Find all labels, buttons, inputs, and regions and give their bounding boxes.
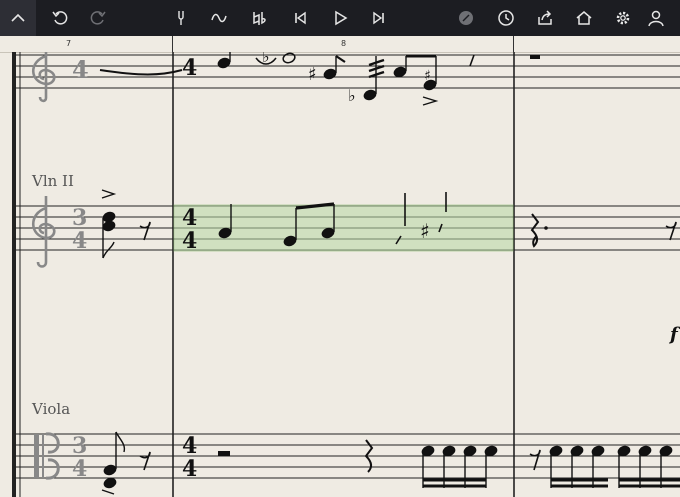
play-icon: [335, 10, 348, 26]
natural-flat-icon: [253, 12, 266, 25]
vln2-m7-notes[interactable]: [101, 189, 151, 259]
slur-icon: [211, 13, 227, 23]
barlines: [172, 52, 515, 497]
svg-text:♯: ♯: [420, 219, 430, 243]
top-staff-notes[interactable]: ♭ ♯ ♭ ♯: [217, 52, 540, 106]
viola-label: Viola: [31, 400, 70, 418]
viola-time-signature: 3 4: [72, 433, 87, 482]
redo-button[interactable]: [80, 0, 116, 36]
svg-text:♭: ♭: [348, 86, 356, 105]
forward-button[interactable]: [361, 0, 397, 36]
viola-m9-notes[interactable]: [529, 445, 680, 488]
top-timesig-numerator: 4: [72, 55, 89, 84]
svg-text:♭: ♭: [262, 52, 270, 66]
vln2-timesig-den: 4: [72, 228, 87, 254]
disc-icon: [459, 11, 473, 25]
vln2-m9-notes[interactable]: [530, 213, 677, 248]
skip-forward-icon: [373, 11, 384, 25]
viola-time-signature-new: 4 4: [182, 433, 197, 482]
vln2-timesig-new-den: 4: [182, 228, 197, 254]
measure-ruler: 7 8: [0, 36, 680, 53]
rewind-button[interactable]: [282, 0, 318, 36]
disc-button[interactable]: [448, 0, 484, 36]
top-treble-clef: [31, 52, 56, 103]
settings-button[interactable]: [605, 0, 641, 36]
collapse-button[interactable]: [0, 0, 36, 36]
top-time-signature: 4: [72, 55, 89, 84]
vln2-time-signature: 3 4: [72, 205, 87, 254]
undo-button[interactable]: [42, 0, 78, 36]
ruler-barline: [513, 36, 514, 52]
account-button[interactable]: [638, 0, 674, 36]
toolbar: [0, 0, 680, 36]
clock-icon: [498, 10, 514, 26]
gear-icon: [616, 11, 630, 25]
metronome-button[interactable]: [163, 0, 199, 36]
ruler-barline: [172, 36, 173, 52]
system-barline: [12, 52, 21, 497]
redo-icon: [90, 11, 106, 25]
undo-icon: [52, 11, 68, 25]
vln2-label: Vln II: [31, 172, 74, 190]
home-icon: [576, 11, 592, 25]
svg-text:♯: ♯: [308, 64, 317, 85]
chevron-up-icon: [11, 13, 25, 22]
share-icon: [538, 10, 552, 25]
viola-m8-notes[interactable]: [218, 439, 498, 488]
viola-timesig-den: 4: [72, 456, 87, 482]
skip-back-icon: [295, 11, 306, 25]
svg-text:♯: ♯: [424, 68, 431, 84]
score-canvas[interactable]: 4 4 ♭ ♯ ♭ ♯ Vln II 3 4 4 4 ♯ f Viola 3 4…: [0, 52, 680, 497]
measure-number-7: 7: [66, 39, 72, 48]
viola-m7-notes[interactable]: [101, 431, 151, 495]
slur-button[interactable]: [201, 0, 237, 36]
score-svg: 4 4 ♭ ♯ ♭ ♯ Vln II 3 4 4 4 ♯ f Viola 3 4…: [12, 52, 680, 497]
accidental-button[interactable]: [241, 0, 277, 36]
tie: [99, 69, 183, 76]
top-time-signature-new: 4: [182, 55, 197, 81]
history-button[interactable]: [488, 0, 524, 36]
vln2-time-signature-new: 4 4: [182, 205, 197, 254]
share-button[interactable]: [527, 0, 563, 36]
vln2-treble-clef: [31, 196, 56, 268]
home-button[interactable]: [566, 0, 602, 36]
tuning-fork-icon: [178, 11, 184, 25]
measure-number-8: 8: [341, 39, 347, 48]
viola-timesig-new-den: 4: [182, 456, 197, 482]
play-button[interactable]: [322, 0, 358, 36]
top-timesig-4: 4: [182, 55, 197, 81]
dynamic-mark[interactable]: f: [668, 324, 680, 345]
user-icon: [648, 10, 664, 27]
